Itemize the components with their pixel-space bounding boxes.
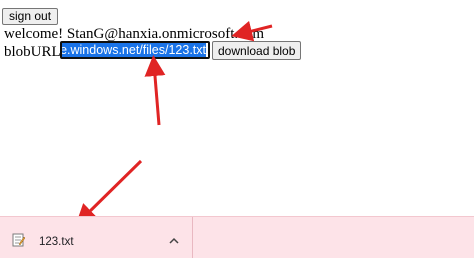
blob-url-input[interactable]: ore.windows.net/files/123.txt xyxy=(60,41,210,59)
blob-url-value: ore.windows.net/files/123.txt xyxy=(62,43,206,57)
chevron-up-icon[interactable] xyxy=(169,237,179,244)
arrow-to-download-item xyxy=(75,159,143,226)
arrow-to-blob-url xyxy=(144,55,166,126)
download-file-name: 123.txt xyxy=(39,236,74,248)
blob-url-label: blobURL: xyxy=(4,44,65,60)
text-file-icon xyxy=(12,233,25,247)
download-bar: 123.txt xyxy=(0,216,474,258)
download-item[interactable]: 123.txt xyxy=(0,217,193,258)
download-blob-button[interactable]: download blob xyxy=(212,41,302,60)
sign-out-button[interactable]: sign out xyxy=(2,8,59,25)
